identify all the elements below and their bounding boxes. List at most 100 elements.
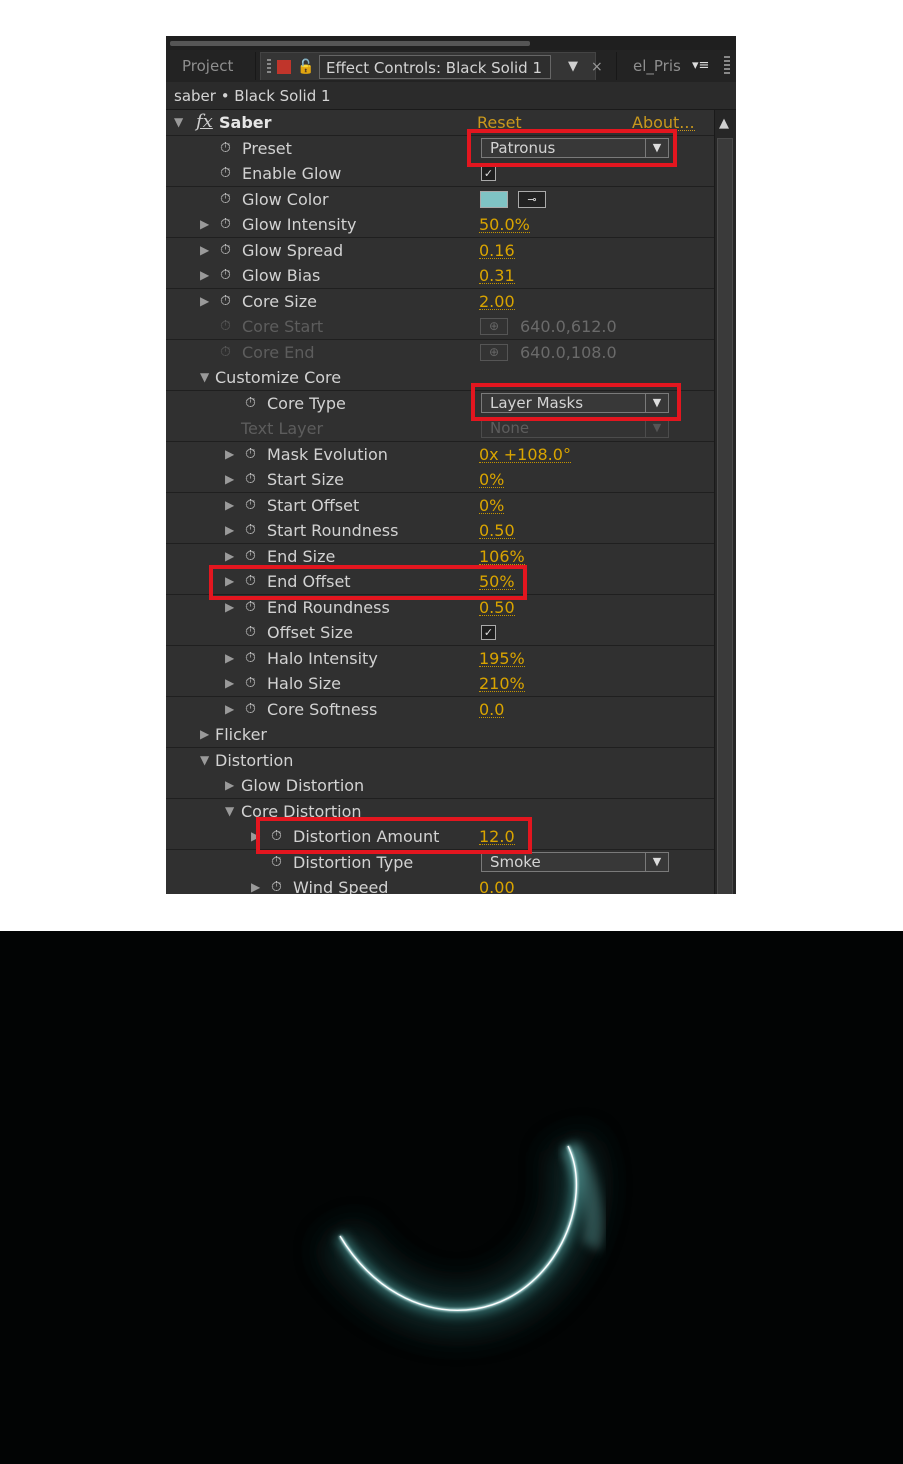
crosshair-icon: ⊕	[480, 343, 508, 361]
halo-size-value[interactable]: 210%	[479, 671, 525, 693]
horizontal-scrollbar[interactable]	[166, 36, 736, 50]
about-link[interactable]: About...	[632, 110, 695, 132]
start-size-value[interactable]: 0%	[479, 467, 505, 489]
group-row-glow-distortion[interactable]: ▶ Glow Distortion	[166, 773, 714, 799]
dropdown-value: None	[490, 419, 530, 437]
property-label: Glow Spread	[242, 240, 344, 260]
triangle-right-icon[interactable]: ▶	[200, 727, 209, 741]
breadcrumb: saber • Black Solid 1	[166, 82, 736, 110]
lock-icon[interactable]: 🔓	[297, 53, 314, 81]
triangle-right-icon[interactable]: ▶	[225, 472, 234, 486]
group-label: Customize Core	[215, 368, 342, 387]
stopwatch-icon[interactable]: ⏱	[271, 854, 282, 870]
mask-evolution-value[interactable]: 0x +108.0°	[479, 442, 571, 464]
start-roundness-value[interactable]: 0.50	[479, 518, 515, 540]
grip-icon[interactable]	[267, 59, 271, 75]
text-layer-dropdown: None ▼	[481, 418, 669, 438]
stopwatch-icon[interactable]: ⏱	[245, 395, 256, 411]
stopwatch-icon[interactable]: ⏱	[245, 675, 256, 691]
start-offset-value[interactable]: 0%	[479, 493, 505, 515]
enable-glow-checkbox[interactable]: ✓	[481, 166, 496, 181]
fx-icon[interactable]: fx	[196, 111, 213, 132]
offset-size-checkbox[interactable]: ✓	[481, 625, 496, 640]
tab-other[interactable]: el_Pris	[616, 52, 696, 80]
triangle-right-icon[interactable]: ▶	[200, 294, 209, 308]
end-size-value[interactable]: 106%	[479, 544, 525, 566]
triangle-right-icon[interactable]: ▶	[225, 549, 234, 563]
effect-controls-title[interactable]: Effect Controls: Black Solid 1	[319, 55, 551, 79]
triangle-right-icon[interactable]: ▶	[225, 778, 234, 792]
property-row-core-softness: ▶ ⏱ Core Softness 0.0	[166, 696, 714, 723]
scroll-thumb[interactable]	[170, 41, 530, 46]
grip-icon[interactable]	[724, 56, 730, 76]
triangle-right-icon[interactable]: ▶	[200, 217, 209, 231]
core-softness-value[interactable]: 0.0	[479, 697, 505, 719]
scroll-up-icon[interactable]: ▲	[719, 116, 729, 131]
panel-menu-icon[interactable]: ▾≡	[692, 52, 720, 80]
chevron-down-icon[interactable]: ▼	[645, 852, 668, 871]
stopwatch-icon[interactable]: ⏱	[220, 191, 231, 207]
stopwatch-icon[interactable]: ⏱	[245, 624, 256, 640]
triangle-right-icon[interactable]: ▶	[200, 268, 209, 282]
panel-tab-bar: Project 🔓 Effect Controls: Black Solid 1…	[166, 50, 736, 82]
property-row-mask-evolution: ▶ ⏱ Mask Evolution 0x +108.0°	[166, 441, 714, 468]
glow-spread-value[interactable]: 0.16	[479, 238, 515, 260]
property-row-core-size: ▶ ⏱ Core Size 2.00	[166, 288, 714, 315]
triangle-right-icon[interactable]: ▶	[225, 447, 234, 461]
stopwatch-icon[interactable]: ⏱	[245, 650, 256, 666]
stopwatch-icon[interactable]: ⏱	[245, 701, 256, 717]
glow-intensity-value[interactable]: 50.0%	[479, 212, 530, 234]
stopwatch-icon[interactable]: ⏱	[245, 471, 256, 487]
wind-speed-value[interactable]: 0.00	[479, 875, 515, 894]
stopwatch-icon[interactable]: ⏱	[220, 242, 231, 258]
stopwatch-icon[interactable]: ⏱	[271, 879, 282, 894]
property-label: Start Offset	[267, 495, 360, 515]
triangle-right-icon[interactable]: ▶	[225, 523, 234, 537]
property-row-glow-bias: ▶ ⏱ Glow Bias 0.31	[166, 263, 714, 289]
vertical-scrollbar[interactable]: ▲	[714, 110, 736, 894]
stopwatch-icon[interactable]: ⏱	[245, 497, 256, 513]
triangle-right-icon[interactable]: ▶	[251, 880, 260, 894]
triangle-right-icon[interactable]: ▶	[200, 243, 209, 257]
triangle-down-icon[interactable]: ▼	[200, 753, 209, 767]
stopwatch-icon[interactable]: ⏱	[220, 216, 231, 232]
group-label: Distortion	[215, 750, 294, 770]
stopwatch-icon[interactable]: ⏱	[245, 522, 256, 538]
tab-project[interactable]: Project	[166, 52, 256, 80]
triangle-right-icon[interactable]: ▶	[225, 651, 234, 665]
scroll-thumb[interactable]	[717, 138, 733, 894]
render-preview	[0, 931, 903, 1464]
group-row-flicker[interactable]: ▶ Flicker	[166, 722, 714, 748]
eyedropper-icon[interactable]: ⊸	[518, 190, 546, 208]
stopwatch-icon[interactable]: ⏱	[220, 267, 231, 283]
triangle-right-icon[interactable]: ▶	[225, 702, 234, 716]
stopwatch-icon[interactable]: ⏱	[245, 446, 256, 462]
distortion-type-dropdown[interactable]: Smoke ▼	[481, 851, 669, 872]
stopwatch-icon[interactable]: ⏱	[220, 293, 231, 309]
tab-effect-controls[interactable]: 🔓 Effect Controls: Black Solid 1 ▼ ×	[260, 52, 603, 81]
triangle-down-icon[interactable]: ▼	[200, 370, 209, 384]
property-label: Glow Color	[242, 189, 329, 209]
glow-color-swatch[interactable]	[480, 190, 508, 208]
triangle-right-icon[interactable]: ▶	[225, 676, 234, 690]
core-size-value[interactable]: 2.00	[479, 289, 515, 311]
close-icon[interactable]: ×	[591, 53, 603, 81]
saber-glow-arc	[321, 1136, 604, 1333]
triangle-down-icon[interactable]: ▼	[225, 804, 234, 818]
stopwatch-icon[interactable]: ⏱	[220, 140, 231, 156]
triangle-down-icon[interactable]: ▼	[174, 115, 183, 129]
chevron-down-icon[interactable]: ▼	[561, 55, 585, 79]
property-label: Offset Size	[267, 623, 353, 642]
glow-bias-value[interactable]: 0.31	[479, 263, 515, 285]
halo-intensity-value[interactable]: 195%	[479, 646, 525, 668]
stopwatch-icon[interactable]: ⏱	[245, 548, 256, 564]
triangle-right-icon[interactable]: ▶	[225, 498, 234, 512]
property-label: Core Size	[242, 291, 317, 311]
group-row-distortion[interactable]: ▼ Distortion	[166, 747, 714, 774]
property-row-core-start: ⏱ Core Start ⊕ 640.0,612.0	[166, 314, 714, 340]
stopwatch-icon[interactable]: ⏱	[220, 165, 231, 181]
property-row-halo-size: ▶ ⏱ Halo Size 210%	[166, 671, 714, 697]
property-label: Glow Intensity	[242, 215, 357, 234]
stopwatch-icon[interactable]: ⏱	[245, 599, 256, 615]
triangle-right-icon[interactable]: ▶	[225, 600, 234, 614]
